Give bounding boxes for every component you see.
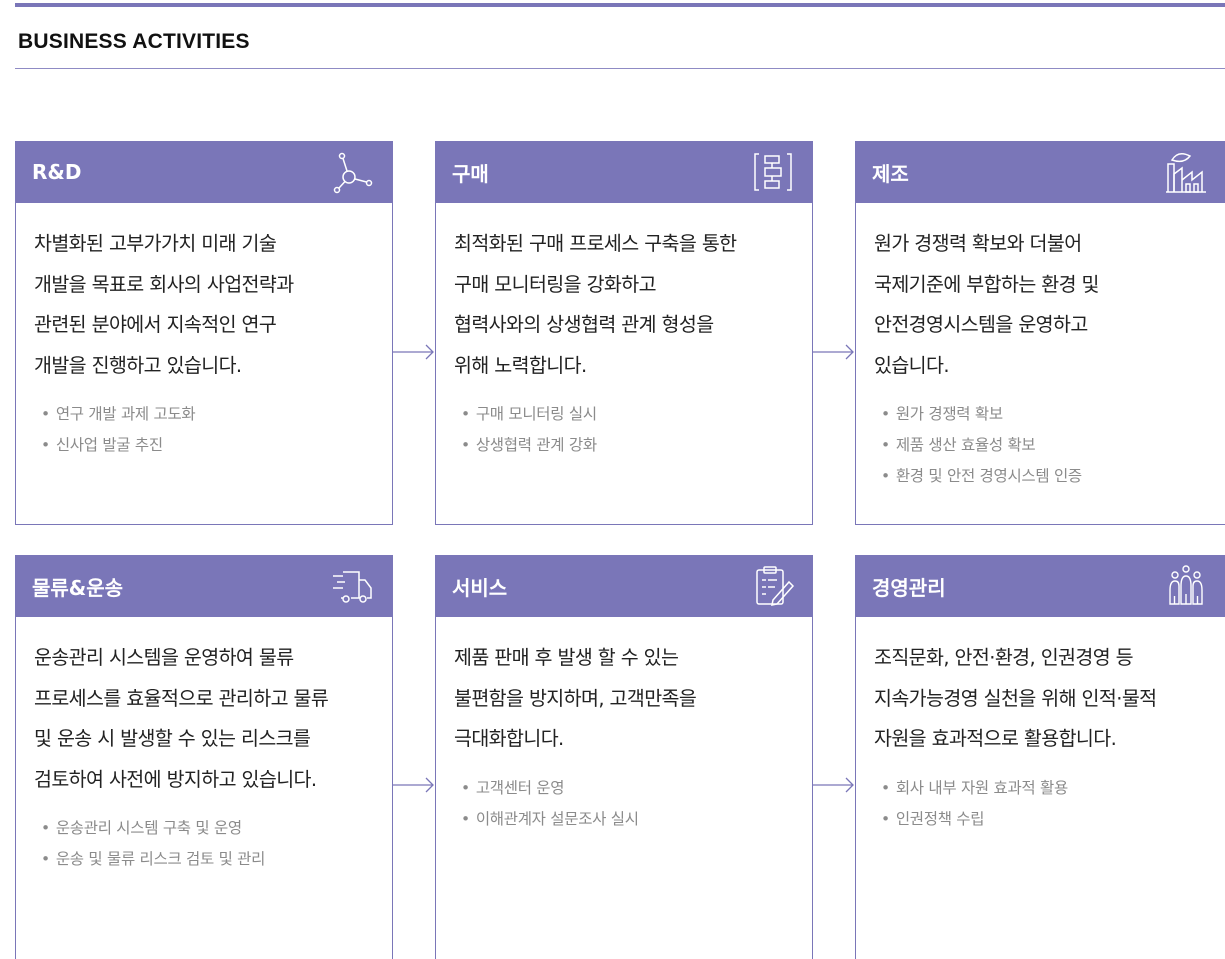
list-item: 연구 개발 과제 고도화 [41, 399, 374, 430]
top-accent-rule [15, 3, 1225, 7]
arrow-right-icon [813, 777, 854, 793]
list-item: 신사업 발굴 추진 [41, 430, 374, 461]
card-bullets: 운송관리 시스템 구축 및 운영 운송 및 물류 리스크 검토 및 관리 [34, 813, 374, 875]
card-header: 구매 [435, 141, 813, 203]
card-title: R&D [32, 160, 82, 184]
delivery-truck-icon [331, 564, 375, 608]
list-item: 환경 및 안전 경영시스템 인증 [881, 461, 1207, 492]
arrow-right-icon [813, 344, 854, 360]
card-rnd: R&D 차별화된 고부가가치 미래 기술 개발을 목표로 회사의 사업전략과 관… [15, 141, 393, 525]
arrow-right-icon [393, 344, 434, 360]
section-title: BUSINESS ACTIVITIES [18, 30, 250, 53]
list-item: 제품 생산 효율성 확보 [881, 430, 1207, 461]
list-item: 이해관계자 설문조사 실시 [461, 804, 794, 835]
card-bullets: 고객센터 운영 이해관계자 설문조사 실시 [454, 773, 794, 835]
title-divider [15, 68, 1225, 69]
card-bullets: 구매 모니터링 실시 상생협력 관계 강화 [454, 399, 794, 461]
card-header: 물류&운송 [15, 555, 393, 617]
list-item: 회사 내부 자원 효과적 활용 [881, 773, 1207, 804]
list-item: 구매 모니터링 실시 [461, 399, 794, 430]
card-description: 차별화된 고부가가치 미래 기술 개발을 목표로 회사의 사업전략과 관련된 분… [34, 232, 294, 377]
clipboard-pen-icon [751, 564, 795, 608]
card-description: 조직문화, 안전·환경, 인권경영 등 지속가능경영 실천을 위해 인적·물적 … [874, 646, 1157, 750]
list-item: 운송 및 물류 리스크 검토 및 관리 [41, 844, 374, 875]
card-description: 제품 판매 후 발생 할 수 있는 불편함을 방지하며, 고객만족을 극대화합니… [454, 646, 697, 750]
factory-icon [1164, 150, 1208, 194]
network-node-icon [331, 150, 375, 194]
card-header: R&D [15, 141, 393, 203]
list-item: 상생협력 관계 강화 [461, 430, 794, 461]
card-bullets: 회사 내부 자원 효과적 활용 인권정책 수립 [874, 773, 1207, 835]
card-service: 서비스 제품 판매 후 발생 할 수 있는 불편함을 방지하며, 고객만족을 극… [435, 555, 813, 959]
card-management: 경영관리 조직문화, 안전·환경, 인권경영 등 지속가능경영 실천을 위해 인… [855, 555, 1225, 959]
list-item: 운송관리 시스템 구축 및 운영 [41, 813, 374, 844]
people-group-icon [1164, 564, 1208, 608]
list-item: 고객센터 운영 [461, 773, 794, 804]
card-title: 물류&운송 [32, 575, 124, 600]
card-logistics: 물류&운송 운송관리 시스템을 운영하여 물류 프로세스를 효율적으로 관리하고… [15, 555, 393, 959]
card-title: 구매 [452, 161, 489, 186]
card-title: 경영관리 [872, 575, 946, 600]
card-title: 서비스 [452, 575, 508, 600]
card-manufacturing: 제조 원가 경쟁력 확보와 더불어 국제기준에 부합하는 환경 및 안전경영시스… [855, 141, 1225, 525]
card-bullets: 원가 경쟁력 확보 제품 생산 효율성 확보 환경 및 안전 경영시스템 인증 [874, 399, 1207, 492]
card-header: 서비스 [435, 555, 813, 617]
flowchart-icon [751, 150, 795, 194]
card-header: 경영관리 [855, 555, 1225, 617]
list-item: 인권정책 수립 [881, 804, 1207, 835]
card-header: 제조 [855, 141, 1225, 203]
arrow-right-icon [393, 777, 434, 793]
card-bullets: 연구 개발 과제 고도화 신사업 발굴 추진 [34, 399, 374, 461]
card-description: 최적화된 구매 프로세스 구축을 통한 구매 모니터링을 강화하고 협력사와의 … [454, 232, 737, 377]
card-description: 원가 경쟁력 확보와 더불어 국제기준에 부합하는 환경 및 안전경영시스템을 … [874, 232, 1099, 377]
list-item: 원가 경쟁력 확보 [881, 399, 1207, 430]
card-purchase: 구매 최적화된 구매 프로세스 구축을 통한 구매 모니터링을 강화하고 협력사… [435, 141, 813, 525]
card-description: 운송관리 시스템을 운영하여 물류 프로세스를 효율적으로 관리하고 물류 및 … [34, 646, 329, 791]
card-title: 제조 [872, 161, 909, 186]
